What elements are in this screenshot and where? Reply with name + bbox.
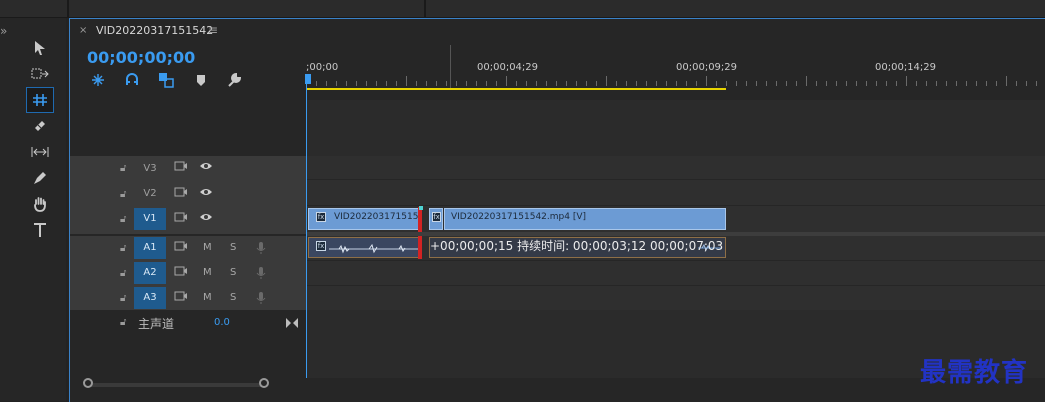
toggle-output-eye-icon[interactable] (199, 161, 213, 174)
hand-tool-icon[interactable] (27, 192, 53, 216)
side-divider (0, 48, 12, 88)
lock-track-icon[interactable]: 🔓︎ (120, 214, 126, 225)
edit-point-marker[interactable] (418, 207, 422, 232)
horizontal-zoom-scrollbar[interactable] (88, 383, 264, 387)
mute-track-button[interactable]: M (203, 267, 212, 278)
edit-point-indicator (419, 206, 423, 210)
lock-track-icon[interactable]: 🔓︎ (120, 268, 126, 279)
lane-separator (306, 179, 1045, 180)
track-label-v1[interactable]: V1 (134, 208, 166, 230)
toggle-output-eye-icon[interactable] (199, 212, 213, 225)
lock-track-icon[interactable]: 🔓︎ (120, 189, 126, 200)
go-to-end-icon[interactable] (285, 314, 299, 333)
voice-over-mic-icon[interactable] (256, 291, 266, 308)
sync-lock-icon[interactable] (174, 240, 188, 255)
solo-track-button[interactable]: S (230, 292, 236, 303)
scrollbar-right-handle[interactable] (259, 378, 269, 388)
edit-point-marker[interactable] (418, 236, 422, 259)
trim-duration-tooltip: +00;00;00;15 持续时间: 00;00;03;12 00;00;07;… (430, 239, 724, 253)
lock-track-icon[interactable]: 🔓︎ (120, 293, 126, 304)
track-label-a3[interactable]: A3 (134, 287, 166, 309)
solo-track-button[interactable]: S (230, 267, 236, 278)
video-header-group (70, 156, 306, 234)
panel-menu-icon[interactable]: ≡ (208, 23, 218, 37)
ruler-label: 00;00;14;29 (875, 62, 937, 73)
ruler-label: 00;00;09;29 (676, 62, 738, 73)
sync-lock-icon[interactable] (174, 211, 188, 226)
lane-separator (306, 260, 1045, 261)
clip-name: VID202203171515 (334, 212, 419, 222)
fx-badge-icon: fx (316, 241, 326, 251)
close-tab-icon[interactable]: × (79, 25, 87, 36)
solo-track-button[interactable]: S (230, 242, 236, 253)
audio-waveform (329, 243, 419, 254)
type-tool-icon[interactable] (27, 218, 53, 242)
master-lane (306, 310, 1045, 334)
mute-track-button[interactable]: M (203, 292, 212, 303)
ruler-ticks (306, 76, 1037, 86)
panel-divider (67, 0, 69, 17)
panel-expand-icon[interactable]: » (0, 24, 12, 38)
voice-over-mic-icon[interactable] (256, 266, 266, 283)
slip-tool-icon[interactable] (27, 140, 53, 164)
lock-track-icon[interactable]: 🔓︎ (120, 163, 126, 174)
add-marker-icon[interactable] (193, 72, 209, 88)
master-header (70, 310, 306, 334)
work-area-bar[interactable] (307, 88, 726, 90)
lock-track-icon[interactable]: 🔓︎ (120, 317, 126, 328)
playhead-handle[interactable] (305, 74, 311, 84)
ruler-label: 00;00;04;29 (477, 62, 539, 73)
track-label-v2[interactable]: V2 (134, 183, 166, 205)
master-track-label: 主声道 (138, 317, 175, 331)
mute-track-button[interactable]: M (203, 242, 212, 253)
ripple-edit-tool-icon[interactable] (26, 87, 54, 113)
selection-tool-icon[interactable] (27, 36, 53, 60)
scrollbar-left-handle[interactable] (83, 378, 93, 388)
track-select-forward-tool-icon[interactable] (27, 62, 53, 86)
panel-divider (424, 0, 426, 17)
video-clip-segment[interactable]: fx (429, 208, 443, 230)
snap-icon[interactable] (124, 72, 140, 88)
track-label-a2[interactable]: A2 (134, 262, 166, 284)
sync-lock-icon[interactable] (174, 265, 188, 280)
toggle-output-eye-icon[interactable] (199, 187, 213, 200)
clip-name: VID20220317151542.mp4 [V] (451, 212, 587, 222)
fx-badge-icon: fx (432, 212, 441, 222)
master-volume-value[interactable]: 0.0 (214, 317, 230, 328)
nest-sequence-icon[interactable] (90, 72, 106, 88)
playhead-line[interactable] (306, 74, 307, 378)
sync-lock-icon[interactable] (174, 186, 188, 201)
voice-over-mic-icon[interactable] (256, 241, 266, 258)
video-clip[interactable]: fx VID202203171515 (308, 208, 420, 230)
fx-badge-icon: fx (316, 212, 326, 222)
playhead-timecode[interactable]: 00;00;00;00 (87, 48, 195, 67)
track-label-v3[interactable]: V3 (134, 158, 166, 180)
lock-track-icon[interactable]: 🔓︎ (120, 243, 126, 254)
lane-separator (306, 285, 1045, 286)
audio-clip[interactable]: fx (308, 237, 420, 258)
lane-separator (306, 205, 1045, 206)
linked-selection-icon[interactable] (158, 72, 174, 88)
video-clip[interactable]: VID20220317151542.mp4 [V] (444, 208, 726, 230)
watermark: 最需教育 (920, 358, 1029, 388)
audio-header-group (70, 236, 306, 310)
timeline-settings-icon[interactable] (226, 72, 242, 88)
sync-lock-icon[interactable] (174, 160, 188, 175)
sequence-tab-title[interactable]: VID20220317151542 (96, 24, 213, 37)
top-panel-strip (0, 0, 1045, 18)
pen-tool-icon[interactable] (27, 166, 53, 190)
ruler-label: ;00;00 (306, 62, 339, 73)
razor-tool-icon[interactable] (27, 114, 53, 138)
tool-list (23, 30, 57, 270)
track-label-a1[interactable]: A1 (134, 237, 166, 259)
sync-lock-icon[interactable] (174, 290, 188, 305)
